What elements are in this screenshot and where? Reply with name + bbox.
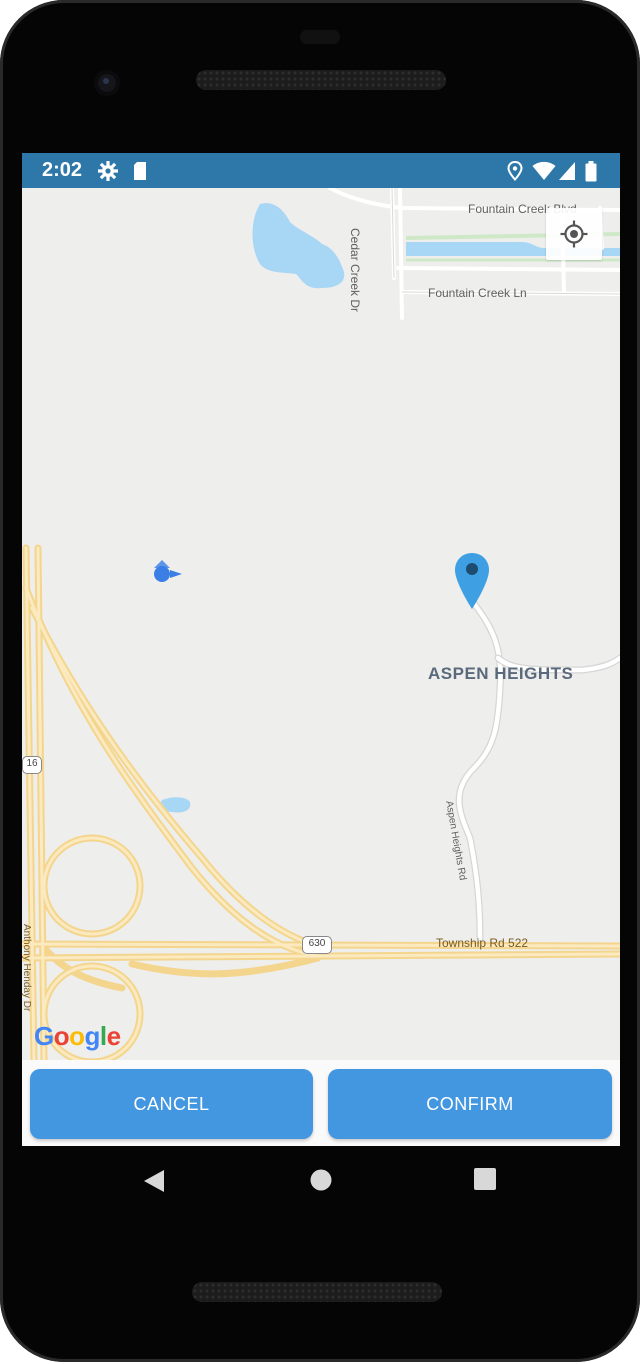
highway-shield-16: 16: [22, 756, 42, 774]
map-view[interactable]: Fountain Creek Blvd Fountain Creek Ln Ce…: [22, 188, 620, 1060]
battery-icon: [585, 161, 597, 182]
settings-gear-icon: [98, 161, 118, 181]
label-cedar-creek-dr: Cedar Creek Dr: [348, 228, 362, 313]
top-bezel-notch: [300, 30, 340, 44]
my-location-button[interactable]: [546, 208, 602, 260]
label-township-rd: Township Rd 522: [436, 936, 529, 950]
location-icon: [507, 161, 523, 181]
google-logo: Google: [34, 1021, 121, 1051]
area-label-aspen-heights: ASPEN HEIGHTS: [428, 664, 574, 683]
cancel-button[interactable]: CANCEL: [30, 1069, 313, 1139]
bottom-speaker: [192, 1282, 442, 1302]
label-fountain-creek-ln: Fountain Creek Ln: [428, 286, 527, 300]
wifi-icon: [532, 161, 556, 180]
highway-shield-630: 630: [302, 936, 332, 954]
action-button-row: CANCEL CONFIRM: [22, 1060, 620, 1146]
map-canvas: [22, 188, 620, 1060]
lake-north: [252, 203, 345, 289]
home-icon[interactable]: [309, 1168, 333, 1192]
screen: 2:02 Fountain Creek Blvd Fountain Creek …: [22, 153, 620, 1146]
sd-card-icon: [134, 162, 146, 180]
back-icon[interactable]: [142, 1168, 166, 1194]
earpiece-speaker: [196, 70, 446, 90]
front-camera: [94, 70, 120, 96]
phone-frame: 2:02 Fountain Creek Blvd Fountain Creek …: [0, 0, 640, 1362]
system-navigation-bar: [0, 1146, 640, 1216]
status-time: 2:02: [42, 159, 83, 181]
confirm-button[interactable]: CONFIRM: [328, 1069, 612, 1139]
signal-icon: [559, 162, 575, 180]
recents-icon[interactable]: [474, 1168, 496, 1190]
status-bar: 2:02: [22, 153, 620, 188]
map-marker-pin[interactable]: [454, 552, 490, 610]
label-anthony-henday: Anthony Henday Dr: [22, 924, 32, 1012]
my-location-icon: [560, 220, 588, 248]
blue-dot-marker: [154, 560, 182, 582]
